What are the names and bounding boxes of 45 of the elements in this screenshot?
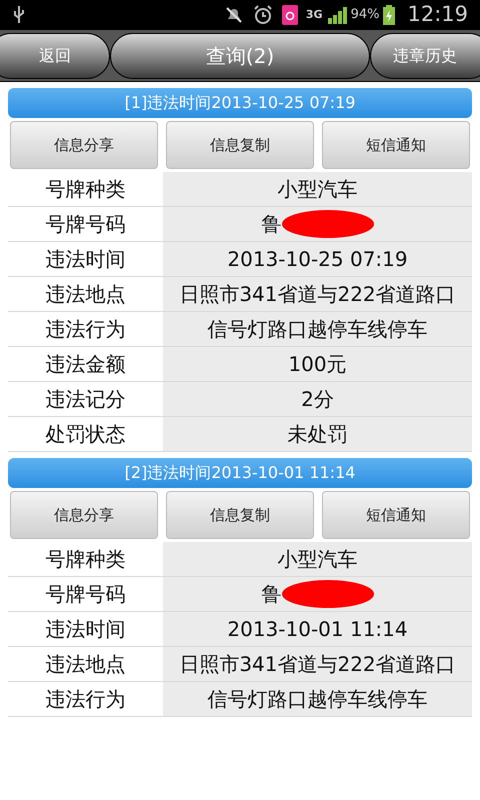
network-type: 3G xyxy=(306,6,323,23)
field-label: 号牌号码 xyxy=(44,581,126,608)
field-label: 违法时间 xyxy=(44,246,126,273)
field-label: 处罚状态 xyxy=(44,421,126,448)
field-label: 违法金额 xyxy=(44,351,126,378)
usb-icon xyxy=(12,5,26,25)
clock-time: 12:19 xyxy=(407,1,468,28)
field-label: 违法行为 xyxy=(44,686,126,713)
mute-icon xyxy=(224,5,244,25)
field-value: 小型汽车 xyxy=(163,172,472,206)
field-value: 鲁 xyxy=(163,577,472,611)
field-value: 2分 xyxy=(163,382,472,416)
field-label: 号牌号码 xyxy=(44,211,126,238)
record-header: [1]违法时间2013-10-25 07:19 xyxy=(8,88,472,118)
field-label: 号牌种类 xyxy=(44,546,126,573)
field-label: 违法地点 xyxy=(44,281,126,308)
page-title: 查询(2) xyxy=(110,32,370,78)
field-label: 号牌种类 xyxy=(44,176,126,203)
field-value: 未处罚 xyxy=(163,417,472,451)
action-button[interactable]: 信息分享 xyxy=(10,491,158,539)
field-value: 小型汽车 xyxy=(163,542,472,576)
field-value: 信号灯路口越停车线停车 xyxy=(163,312,472,346)
field-value: 日照市341省道与222省道路口 xyxy=(163,647,472,681)
action-button[interactable]: 信息复制 xyxy=(166,121,314,169)
field-label: 违法记分 xyxy=(44,386,126,413)
battery-charging-icon xyxy=(383,5,396,25)
app-notification-icon xyxy=(282,5,298,25)
signal-icon xyxy=(326,6,349,24)
field-value: 100元 xyxy=(163,347,472,381)
action-button[interactable]: 短信通知 xyxy=(322,121,470,169)
back-button[interactable]: 返回 xyxy=(0,32,110,78)
action-button[interactable]: 信息分享 xyxy=(10,121,158,169)
action-button[interactable]: 信息复制 xyxy=(166,491,314,539)
field-value: 2013-10-25 07:19 xyxy=(163,242,472,276)
field-value: 2013-10-01 11:14 xyxy=(163,612,472,646)
field-label: 违法时间 xyxy=(44,616,126,643)
action-button[interactable]: 短信通知 xyxy=(322,491,470,539)
field-label: 违法地点 xyxy=(44,651,126,678)
alarm-icon xyxy=(252,4,274,26)
record-header: [2]违法时间2013-10-01 11:14 xyxy=(8,458,472,488)
field-value: 日照市341省道与222省道路口 xyxy=(163,277,472,311)
battery-percent: 94% xyxy=(350,6,380,24)
field-label: 违法行为 xyxy=(44,316,126,343)
field-value: 鲁 xyxy=(163,207,472,241)
field-value: 信号灯路口越停车线停车 xyxy=(163,682,472,716)
